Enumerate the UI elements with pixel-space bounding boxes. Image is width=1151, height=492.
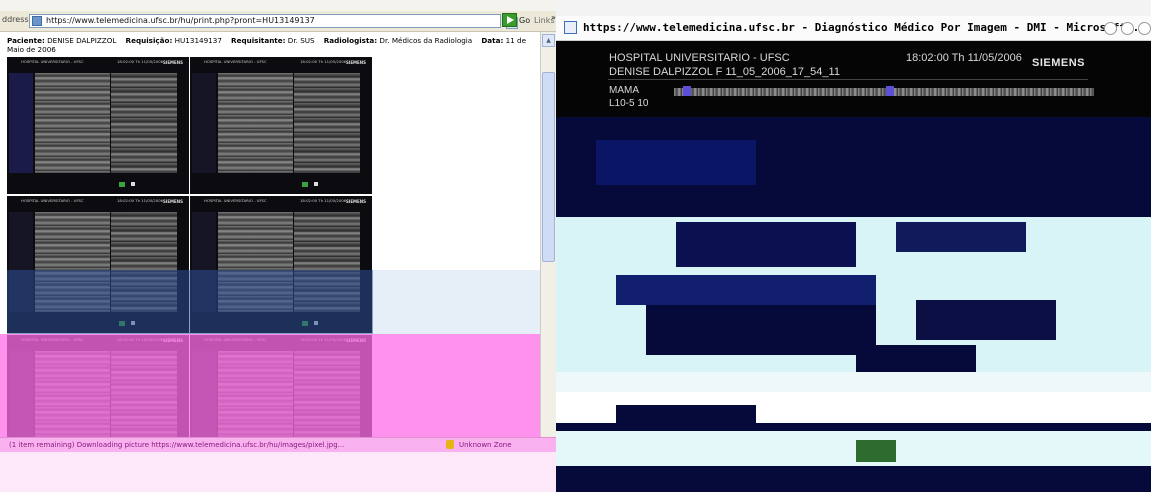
ultrasound-scan-strip [674, 88, 1094, 96]
window-title: https://www.telemedicina.ufsc.br - Diagn… [583, 21, 1151, 34]
address-bar-row: ddress https://www.telemedicina.ufsc.br/… [0, 11, 556, 32]
thumb-time: 18:02:00 Th 11/05/2006 [300, 198, 347, 203]
ultrasound-thumbnail[interactable]: HOSPITAL UNIVERSITARIO - UFSC 18:02:00 T… [190, 57, 372, 194]
thumb-time: 18:02:00 Th 11/05/2006 [117, 59, 164, 64]
address-input[interactable]: https://www.telemedicina.ufsc.br/hu/prin… [29, 14, 518, 29]
thumb-side-panel [192, 73, 216, 173]
render-glitch-band [556, 372, 1151, 392]
render-glitch-pink [0, 334, 540, 437]
thumb-side-panel [9, 73, 33, 173]
thumb-scan-left [35, 73, 110, 173]
window-title-bar[interactable]: https://www.telemedicina.ufsc.br - Diagn… [556, 16, 1151, 41]
patient-info-line: Paciente: DENISE DALPIZZOL Requisição: H… [7, 36, 535, 54]
ultrasound-timestamp: 18:02:00 Th 11/05/2006 [906, 52, 1022, 64]
requisition-label: Requisição: [125, 36, 173, 45]
thumb-time: 18:02:00 Th 11/05/2006 [300, 59, 347, 64]
ultrasound-hospital: HOSPITAL UNIVERSITARIO - UFSC [609, 52, 790, 64]
ultrasound-marker [683, 86, 691, 96]
scroll-up-arrow-icon[interactable]: ▲ [542, 34, 555, 47]
ultrasound-patient: DENISE DALPIZZOL F 11_05_2006_17_54_11 [609, 66, 840, 78]
render-glitch-band [896, 222, 1026, 252]
param-probe: L10-5 10 [609, 98, 649, 109]
render-glitch-lightblue [373, 270, 540, 334]
thumb-scan-right [111, 73, 177, 173]
patient-value: DENISE DALPIZZOL [47, 36, 117, 45]
render-glitch-band [556, 423, 1151, 431]
security-zone-label: Unknown Zone [459, 441, 512, 449]
thumb-marker [131, 182, 135, 186]
render-glitch-band [856, 440, 896, 462]
lock-icon [446, 440, 454, 449]
requester-label: Requisitante: [231, 36, 286, 45]
ultrasound-divider [608, 79, 1088, 80]
close-button[interactable] [1138, 22, 1151, 35]
patient-label: Paciente: [7, 36, 45, 45]
thumb-logo: SIEMENS [162, 60, 183, 65]
address-url: https://www.telemedicina.ufsc.br/hu/prin… [46, 16, 315, 25]
thumb-scan-left [218, 73, 293, 173]
ultrasound-logo: SIEMENS [1032, 57, 1086, 69]
page-icon [32, 16, 42, 26]
right-browser-window: https://www.telemedicina.ufsc.br - Diagn… [556, 0, 1151, 492]
thumb-indicator [302, 182, 308, 187]
ultrasound-params: MAMA L10-5 10 [609, 84, 648, 110]
ultrasound-marker [886, 86, 894, 96]
radiologist-label: Radiologista: [323, 36, 378, 45]
toolbar-strip [556, 0, 1151, 16]
thumb-logo: SIEMENS [345, 199, 366, 204]
render-glitch-blue [7, 270, 373, 334]
minimize-button[interactable] [1104, 22, 1117, 35]
go-arrow-icon[interactable] [502, 13, 517, 27]
thumb-logo: SIEMENS [345, 60, 366, 65]
thumb-time: 18:02:00 Th 11/05/2006 [117, 198, 164, 203]
render-glitch-band [646, 305, 876, 355]
scrollbar-thumb[interactable] [542, 72, 555, 262]
left-browser-window: ddress https://www.telemedicina.ufsc.br/… [0, 0, 556, 492]
requester-value: Dr. SUS [287, 36, 315, 45]
ultrasound-image: HOSPITAL UNIVERSITARIO - UFSC DENISE DAL… [556, 41, 1151, 117]
render-glitch-band [596, 140, 756, 185]
thumb-header: HOSPITAL UNIVERSITARIO - UFSC [204, 198, 267, 203]
ultrasound-thumbnail[interactable]: HOSPITAL UNIVERSITARIO - UFSC 18:02:00 T… [7, 57, 189, 194]
thumb-header: HOSPITAL UNIVERSITARIO - UFSC [204, 59, 267, 64]
status-text: (1 item remaining) Downloading picture h… [9, 441, 345, 449]
thumb-indicator [119, 182, 125, 187]
param-body-part: MAMA [609, 85, 639, 96]
maximize-button[interactable] [1121, 22, 1134, 35]
render-glitch-footer [0, 452, 556, 492]
render-glitch-band [676, 222, 856, 267]
date-label: Data: [481, 36, 504, 45]
thumb-header: HOSPITAL UNIVERSITARIO - UFSC [21, 59, 84, 64]
status-bar: (1 item remaining) Downloading picture h… [0, 437, 556, 452]
ie-page-icon [564, 21, 577, 34]
thumb-header: HOSPITAL UNIVERSITARIO - UFSC [21, 198, 84, 203]
thumb-scan-right [294, 73, 360, 173]
page-content: Paciente: DENISE DALPIZZOL Requisição: H… [0, 32, 540, 437]
requisition-value: HU13149137 [174, 36, 222, 45]
thumb-logo: SIEMENS [162, 199, 183, 204]
render-glitch-band [556, 466, 1151, 492]
render-glitch-band [616, 275, 876, 305]
render-glitch-band [916, 300, 1056, 340]
go-button-label[interactable]: Go [519, 16, 530, 25]
radiologist-value: Dr. Médicos da Radiologia [379, 36, 473, 45]
thumb-marker [314, 182, 318, 186]
vertical-scrollbar[interactable]: ▲ [540, 32, 556, 437]
address-label: ddress [2, 15, 29, 24]
render-glitch-band [556, 431, 1151, 466]
